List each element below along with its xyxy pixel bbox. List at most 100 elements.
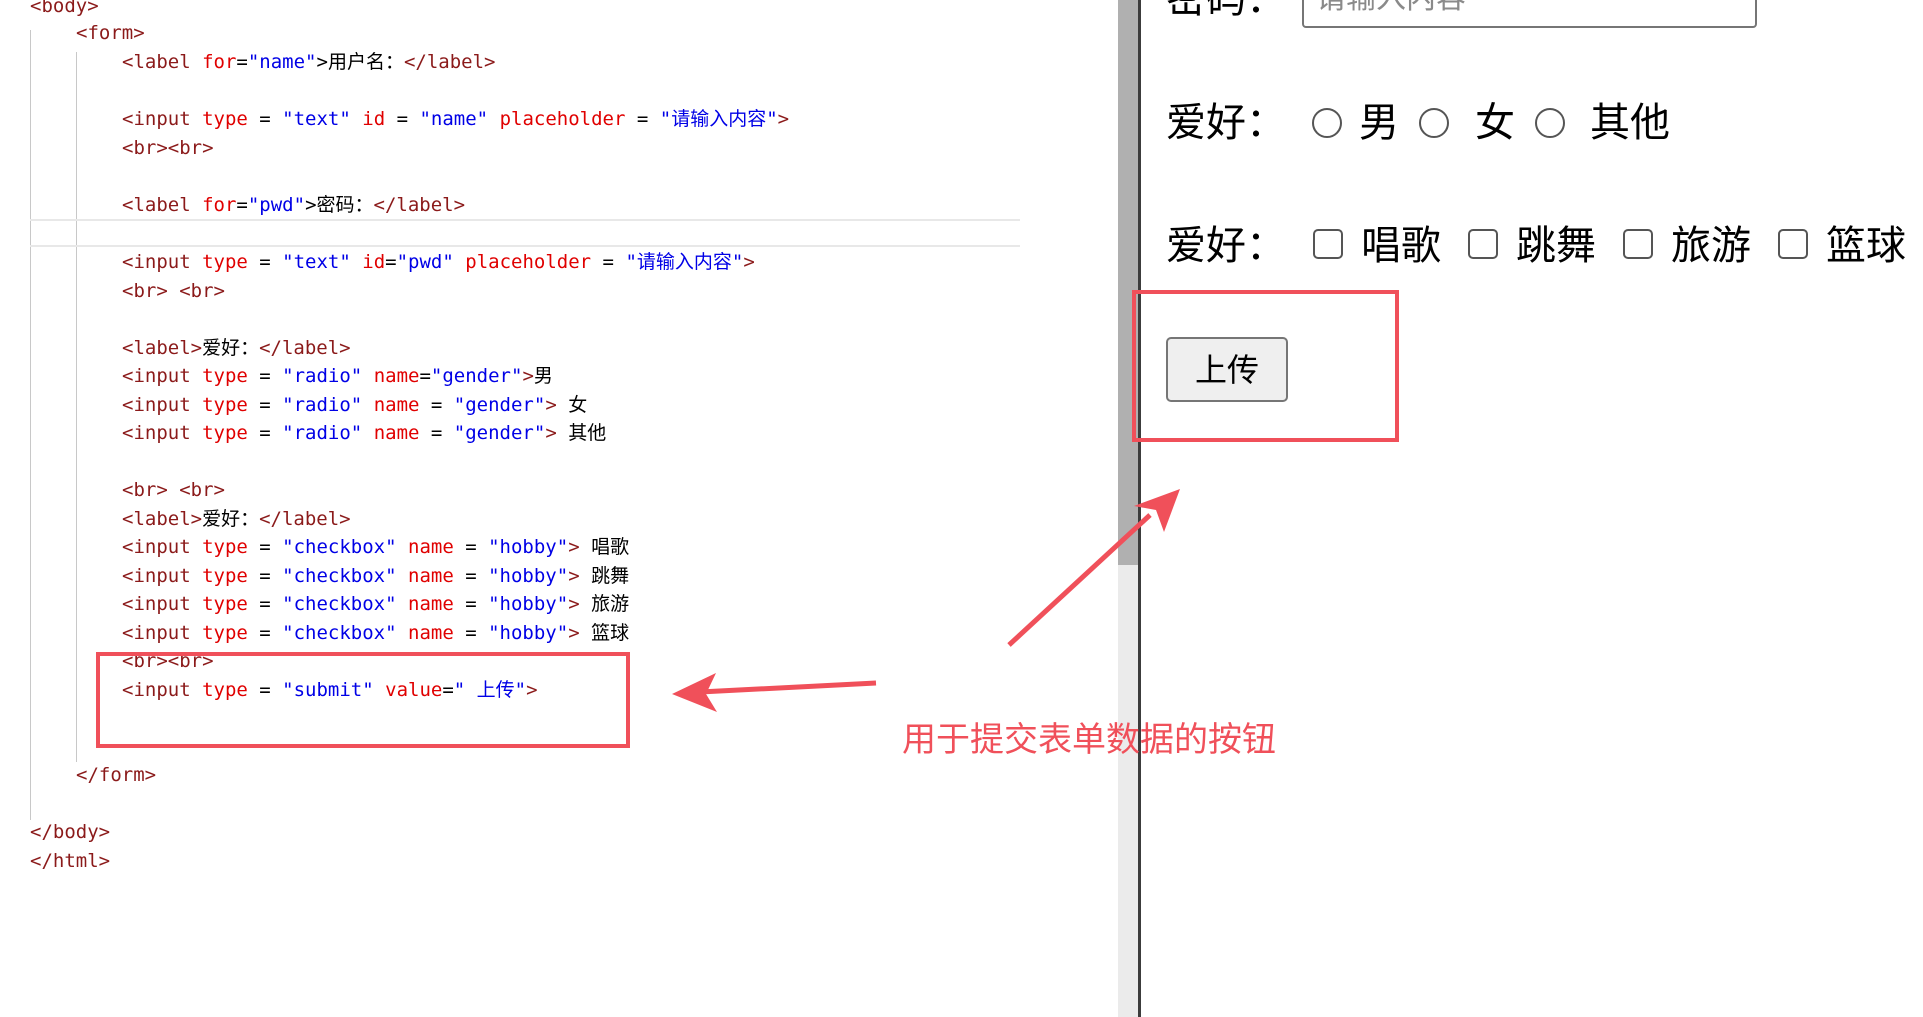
code-token: <input (122, 365, 203, 387)
code-token: = (453, 593, 489, 615)
code-token: placeholder (499, 108, 626, 130)
code-token: 女 (556, 394, 588, 416)
gender-label: 爱好： (1166, 100, 1286, 146)
code-token: = (247, 394, 283, 416)
code-line: <form> (0, 19, 145, 47)
code-token: name (373, 422, 420, 444)
code-line: <input type = "radio" name = "gender"> 其… (0, 419, 606, 447)
code-token: = (419, 394, 454, 416)
code-line: <input type = "checkbox" name = "hobby">… (0, 562, 629, 590)
code-token: = (247, 251, 283, 273)
scrollbar-thumb[interactable] (1118, 0, 1138, 565)
code-token: <br><br> (122, 137, 214, 159)
code-line: </form> (0, 761, 156, 789)
code-token: <input (122, 394, 203, 416)
code-token: type (202, 622, 248, 644)
code-token: </form> (76, 764, 157, 786)
code-token: "checkbox" (282, 565, 397, 587)
code-line: </html> (0, 847, 110, 875)
code-token: 唱歌 (579, 536, 630, 558)
code-token: > (568, 593, 580, 615)
code-token: "checkbox" (282, 536, 397, 558)
code-token: = (385, 251, 397, 273)
code-line: <body> (0, 0, 99, 20)
code-line: <input type = "radio" name="gender">男 (0, 362, 553, 390)
pwd-input[interactable]: 请输入内容 (1302, 0, 1757, 28)
code-token: <input (122, 251, 203, 273)
code-token: "text" (282, 108, 351, 130)
code-token: 男 (533, 365, 553, 387)
code-token: name (408, 536, 454, 558)
code-token: id (362, 108, 386, 130)
code-token: 跳舞 (579, 565, 630, 587)
checkbox-travel[interactable] (1623, 229, 1653, 259)
code-line: <label for="pwd">密码：</label> (0, 191, 465, 219)
code-token: = (247, 108, 283, 130)
code-line: <label for="name">用户名：</label> (0, 48, 495, 76)
code-token: >密码： (305, 194, 374, 216)
code-token: "text" (282, 251, 351, 273)
code-token: type (202, 593, 248, 615)
submit-code-highlight-box (96, 652, 630, 748)
code-token: > (522, 365, 534, 387)
code-token: type (202, 365, 248, 387)
code-token: "radio" (282, 422, 363, 444)
editor-scrollbar[interactable] (1118, 0, 1138, 1017)
code-line: <input type = "checkbox" name = "hobby">… (0, 533, 629, 561)
code-token: "radio" (282, 394, 363, 416)
radio-label: 女 (1475, 100, 1515, 146)
code-token: <input (122, 536, 203, 558)
code-token: "name" (247, 51, 317, 73)
code-token: = (453, 622, 489, 644)
code-token: "gender" (430, 365, 523, 387)
code-token: <label> (122, 508, 203, 530)
code-token: "pwd" (396, 251, 454, 273)
checkbox-sing[interactable] (1313, 229, 1343, 259)
code-line: <label>爱好：</label> (0, 334, 351, 362)
code-token: 爱好： (202, 337, 260, 359)
code-token: = (247, 593, 283, 615)
checkbox-dance[interactable] (1468, 229, 1498, 259)
code-token: "hobby" (488, 565, 569, 587)
code-line: <input type = "checkbox" name = "hobby">… (0, 590, 629, 618)
code-token: "请输入内容" (659, 108, 778, 130)
checkbox-label: 唱歌 (1361, 223, 1441, 269)
code-token: > (545, 422, 557, 444)
radio-female[interactable] (1419, 108, 1449, 138)
code-token: > (545, 394, 557, 416)
code-line: <br> <br> (0, 476, 225, 504)
code-token: "checkbox" (282, 593, 397, 615)
submit-button-highlight-box (1132, 290, 1399, 442)
code-token: > (568, 565, 580, 587)
code-token: > (743, 251, 755, 273)
code-editor[interactable]: <body> <form> <label for="name">用户名：</la… (0, 0, 1136, 1017)
code-token: 爱好： (202, 508, 260, 530)
checkbox-basketball[interactable] (1778, 229, 1808, 259)
code-line: <input type = "text" id = "name" placeho… (0, 105, 789, 133)
radio-other[interactable] (1535, 108, 1565, 138)
code-token: <input (122, 622, 203, 644)
browser-preview: 密码： 请输入内容 爱好： 男 女 其他 爱好： 唱歌 跳舞 旅游 篮球 上传 (1132, 0, 1923, 1017)
radio-male[interactable] (1312, 108, 1342, 138)
code-token: </label> (403, 51, 496, 73)
code-token: type (202, 108, 248, 130)
code-token: "pwd" (247, 194, 306, 216)
code-token: = (247, 565, 283, 587)
code-line: <input type = "text" id="pwd" placeholde… (0, 248, 755, 276)
code-token: > (568, 536, 580, 558)
code-token: type (202, 251, 248, 273)
code-token: name (408, 593, 454, 615)
code-token: for (202, 51, 237, 73)
code-token: </body> (30, 821, 111, 843)
code-token: id (362, 251, 386, 273)
